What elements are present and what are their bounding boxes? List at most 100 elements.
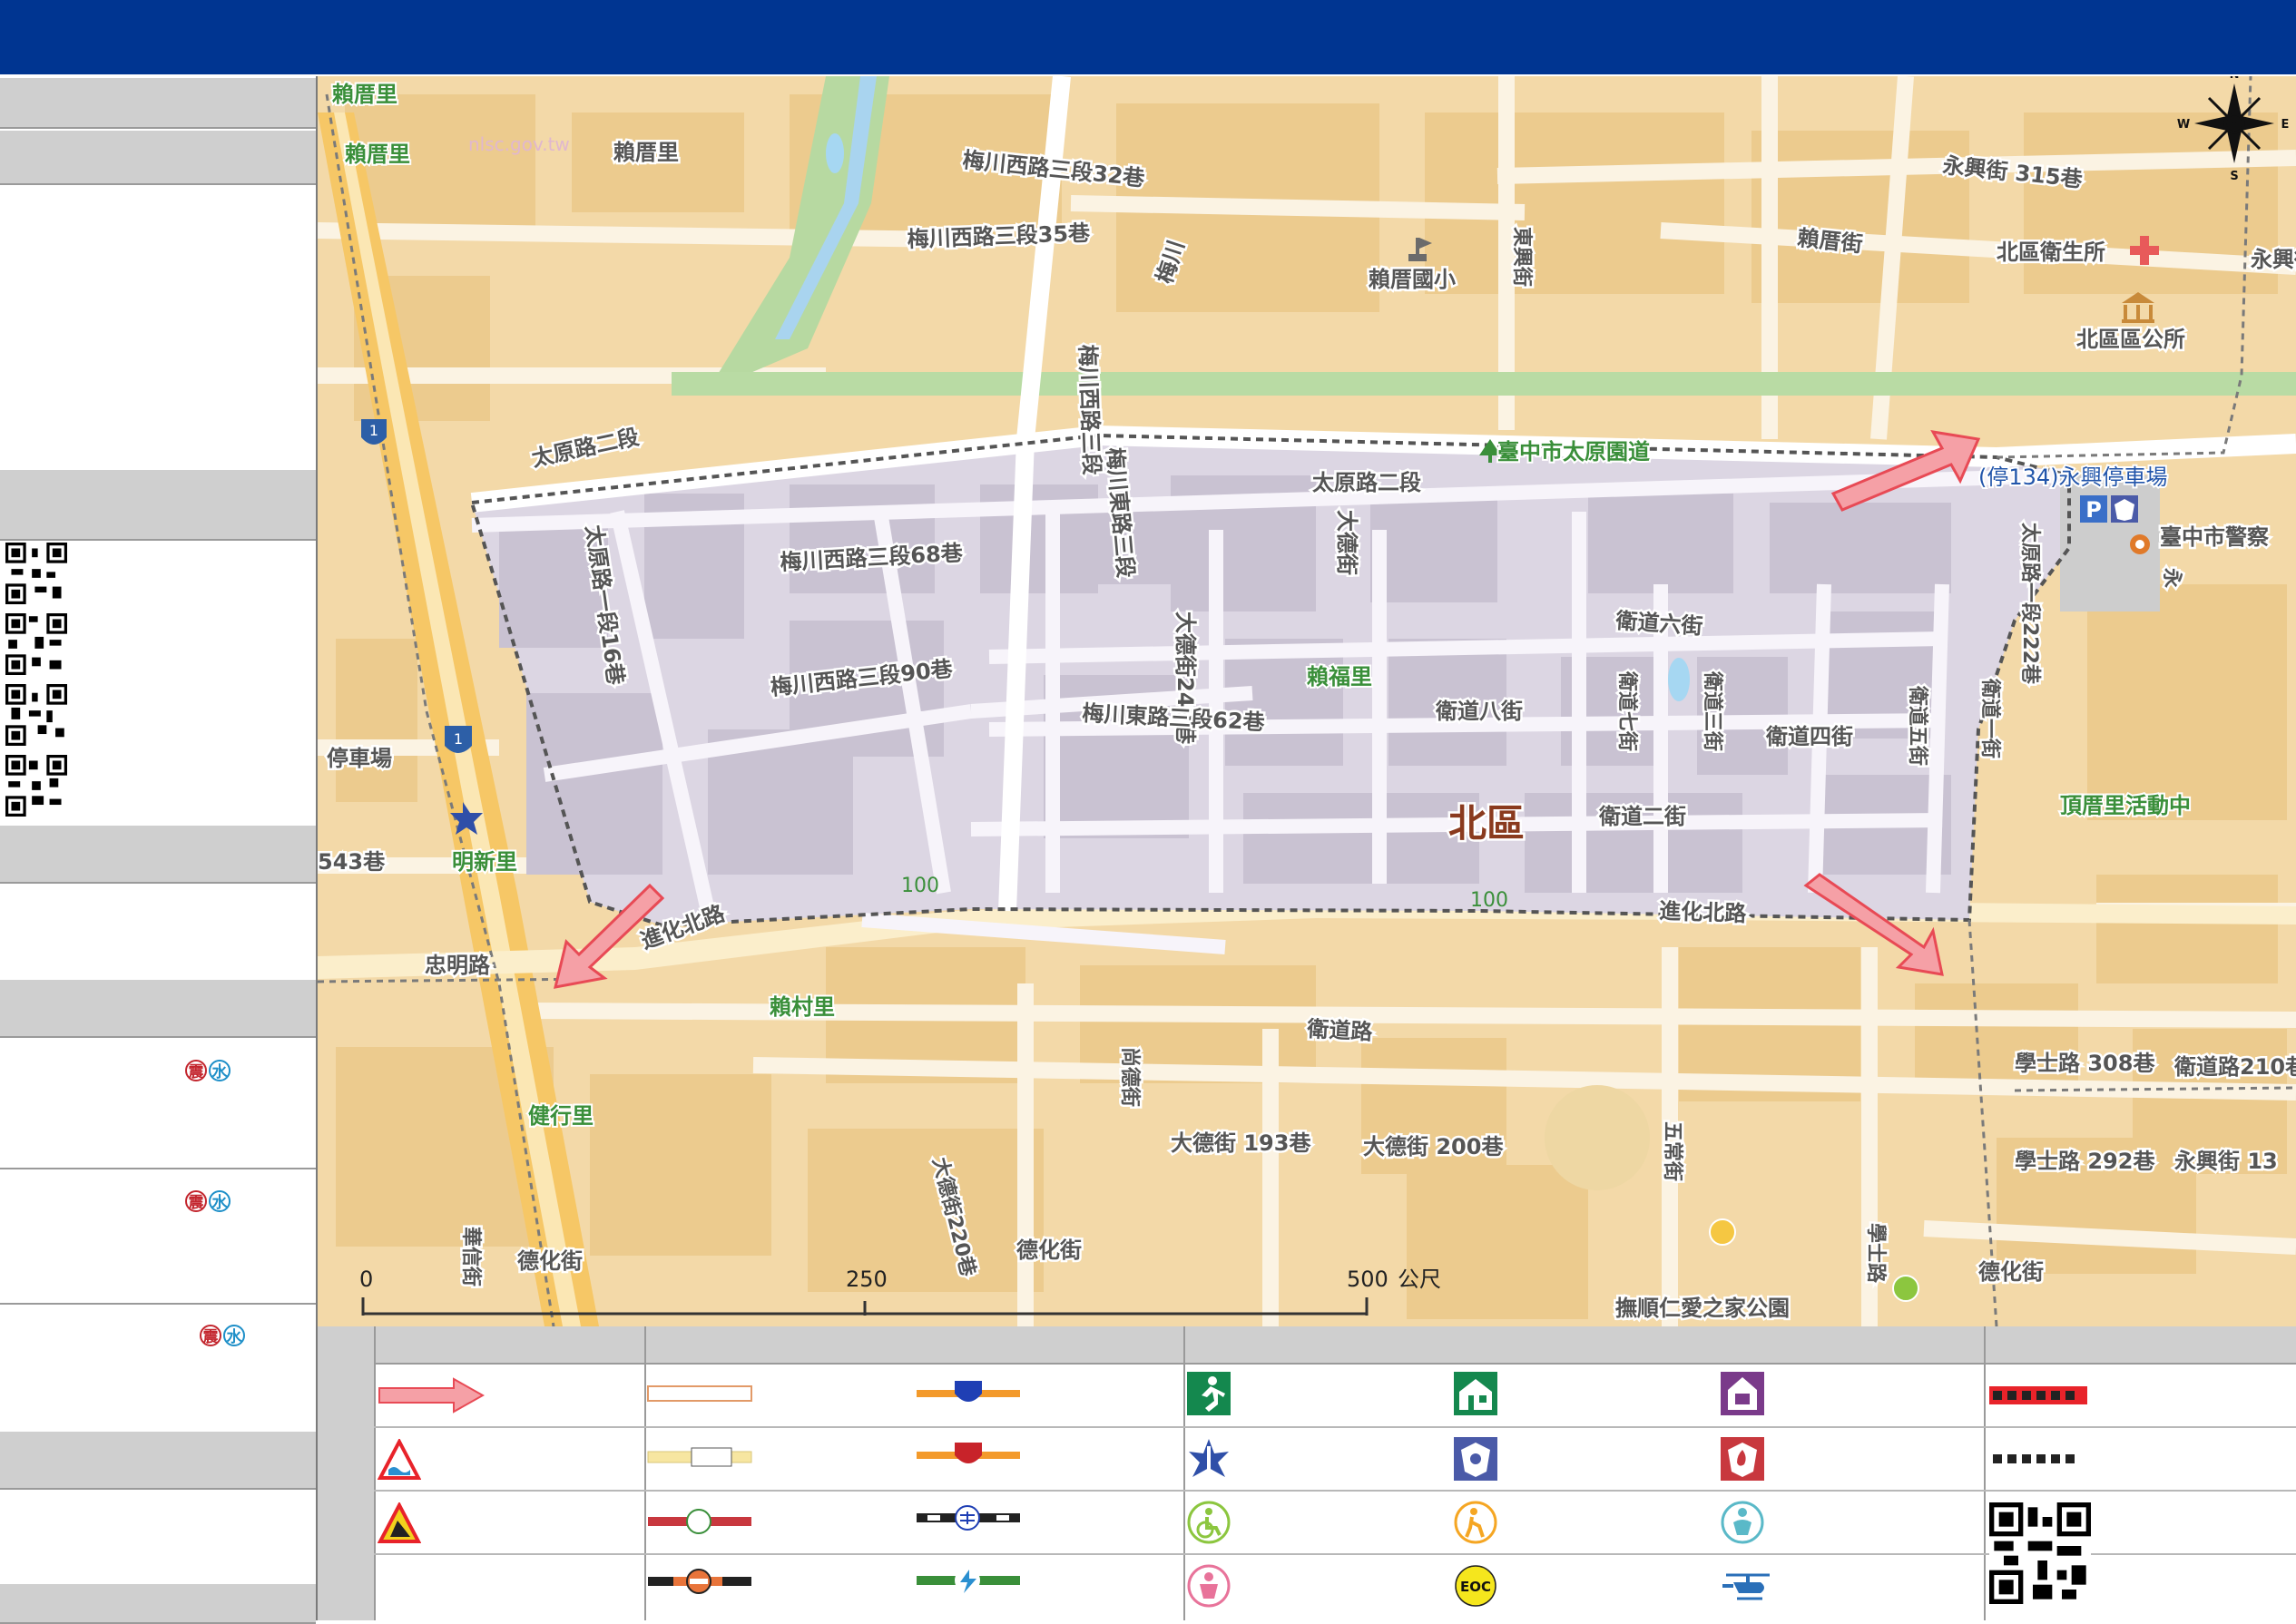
poi-label: 賴厝國小 (1369, 267, 1456, 292)
flood-warning-icon (378, 1439, 421, 1480)
district-label: 北區 (1448, 801, 1525, 846)
police-station-legend-icon (1454, 1437, 1497, 1481)
svg-text:1: 1 (369, 422, 378, 439)
shelter-badges-2: 震 水 (185, 1190, 231, 1212)
road-label: 華信街 (459, 1227, 483, 1286)
flood-badge: 水 (209, 1190, 231, 1212)
road-style-local-icon (647, 1447, 752, 1467)
road-label: 太原路二段 (1312, 470, 1421, 495)
road-label: 永興街 13 (2174, 1149, 2278, 1174)
village-label: 健行里 (528, 1103, 594, 1129)
legend-side-header (318, 1326, 374, 1620)
route-shield-2: 1 (445, 726, 472, 753)
svg-text:EOC: EOC (1460, 1579, 1491, 1595)
poi-label: (停134)永興停車場 (1978, 465, 2168, 490)
road-label: 進化北路 (1659, 898, 1748, 926)
sidebar-header-2 (0, 129, 316, 185)
pond-2 (826, 133, 844, 173)
high-speed-rail-icon (917, 1568, 1020, 1593)
svg-text:500: 500 (1347, 1267, 1388, 1292)
road-style-county-icon (648, 1509, 751, 1534)
railway-icon (917, 1505, 1020, 1531)
road-label: 五常街 (1661, 1121, 1684, 1181)
legend-qr-code[interactable] (1989, 1502, 2091, 1604)
road-label: 衛道一街 (1978, 678, 2002, 758)
road-label: 衛道二街 (1598, 804, 1686, 829)
qr-code-1[interactable] (5, 543, 67, 604)
elderly-care-icon (1454, 1501, 1497, 1544)
legend-col-divider (1183, 1326, 1185, 1620)
eoc-icon: EOC (1455, 1565, 1496, 1607)
road-label: 衛道七街 (1615, 670, 1639, 751)
road-label: 543巷 (318, 849, 386, 875)
sidebar-header-3 (0, 824, 316, 884)
sidebar: 震 水 震 水 震 水 (0, 76, 318, 1624)
police-station-icon (2130, 534, 2150, 554)
shelter-badges-3: 震 水 (200, 1325, 245, 1346)
shelter-badges-1: 震 水 (185, 1060, 231, 1081)
road-label: 學士路 (1864, 1223, 1888, 1284)
svg-text:250: 250 (846, 1267, 888, 1292)
road-style-alley-icon (647, 1385, 752, 1402)
road-label: 德化街 (1016, 1238, 1082, 1263)
qr-code-3[interactable] (5, 684, 67, 746)
svg-text:P: P (2085, 497, 2102, 523)
earthquake-badge: 震 (185, 1060, 207, 1081)
road-label: 大德街 200巷 (1363, 1134, 1504, 1159)
road-style-expressway-icon (917, 1443, 1020, 1463)
village-label: 明新里 (452, 849, 517, 875)
sidebar-header-1 (0, 76, 316, 129)
accessible-facility-icon (1187, 1501, 1231, 1544)
flood-badge: 水 (209, 1060, 231, 1081)
road-label: 永興街 (2251, 247, 2296, 272)
road-label: 學士路 292巷 (2015, 1149, 2155, 1174)
sidebar-divider-1 (0, 1168, 316, 1169)
evacuation-arrow-legend-icon (378, 1377, 485, 1414)
road-label: 尚德街 (1118, 1047, 1142, 1107)
sidebar-header-qr (0, 468, 316, 541)
road-label: 永 (2160, 568, 2183, 588)
map-panel[interactable]: 1 1 100 100 P S E W 0 250 500 公尺 賴厝里 賴厝里… (318, 76, 2296, 1326)
road-label: 衛道五街 (1906, 685, 1929, 766)
road-label: 衛道三街 (1701, 670, 1724, 751)
police-icon (2111, 495, 2138, 523)
road-label: 東興街 (1510, 227, 1534, 287)
road-label: 衛道八街 (1435, 699, 1523, 724)
childcare-facility-icon (1187, 1564, 1231, 1608)
title-bar (0, 0, 2296, 76)
village-label: 賴厝里 (345, 142, 410, 167)
parking-icon: P (2080, 495, 2107, 523)
poi-label: 北區區公所 (2076, 327, 2185, 352)
road-label: 大德街 193巷 (1171, 1130, 1311, 1156)
landslide-warning-icon (378, 1502, 421, 1543)
village-label: 賴厝里 (332, 82, 397, 107)
legend-row-divider (374, 1426, 2296, 1428)
earthquake-badge: 震 (185, 1190, 207, 1212)
route-number-100-right: 100 (1470, 889, 1508, 912)
svg-text:S: S (2230, 170, 2238, 183)
taiyuan-greenway (672, 372, 2296, 396)
evacuation-site-icon (1187, 1372, 1231, 1415)
village-boundary-legend-icon (1989, 1386, 2087, 1404)
svg-text:N: N (2230, 76, 2240, 82)
sidebar-header-4 (0, 978, 316, 1038)
legend-row-divider (374, 1490, 2296, 1492)
svg-text:公尺: 公尺 (1398, 1267, 1441, 1292)
flood-badge: 水 (223, 1325, 245, 1346)
legend-col-divider (374, 1326, 376, 1620)
map-canvas[interactable]: 1 1 100 100 P S E W 0 250 500 公尺 賴厝里 賴厝里… (318, 76, 2296, 1326)
road-label: 德化街 (1978, 1259, 2044, 1285)
svg-text:1: 1 (454, 730, 463, 748)
svg-text:W: W (2177, 118, 2190, 132)
road-label: 衛道路 (1306, 1016, 1374, 1045)
legend-panel: EOC (318, 1326, 2296, 1620)
village-label: 賴村里 (770, 994, 835, 1020)
poi-label: 臺中市太原園道 (1497, 439, 1650, 465)
route-shield-1: 1 (361, 419, 387, 445)
road-style-freeway-icon (917, 1381, 1020, 1402)
road-style-provincial-icon (648, 1569, 751, 1594)
qr-code-2[interactable] (5, 613, 67, 675)
qr-code-4[interactable] (5, 755, 67, 817)
poi-label: 停車場 (327, 746, 392, 771)
poi-label: 撫順仁愛之家公園 (1615, 1296, 1790, 1321)
